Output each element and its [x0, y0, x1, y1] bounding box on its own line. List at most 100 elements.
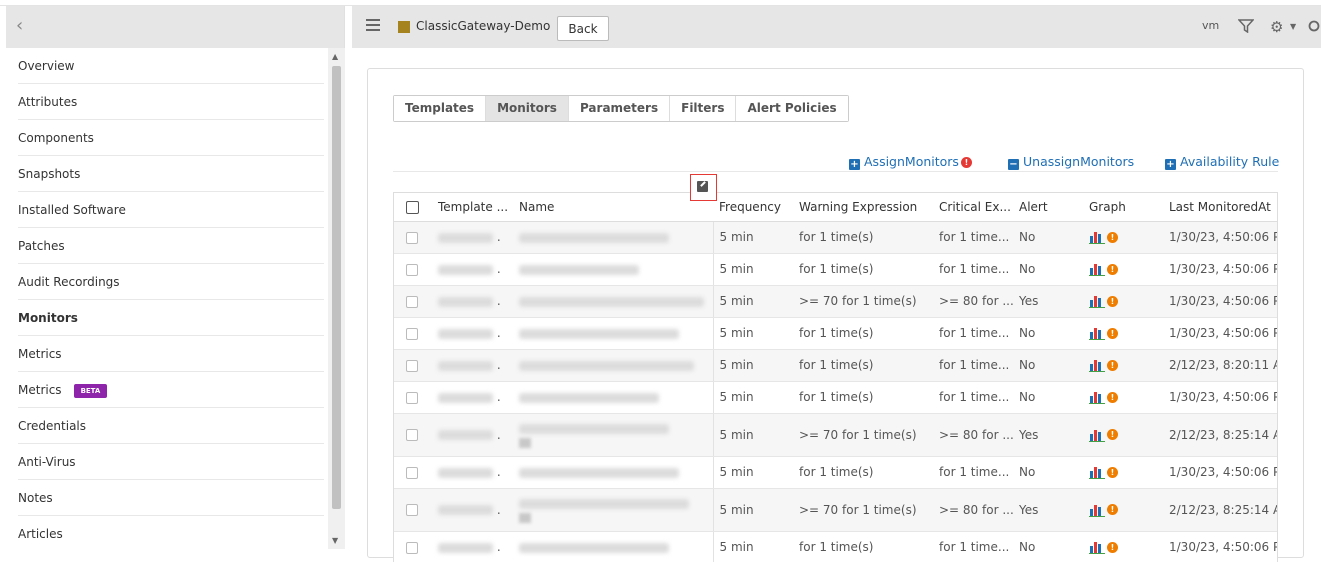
frequency-cell: 5 min — [713, 381, 793, 414]
select-all-checkbox[interactable] — [406, 200, 419, 214]
tab-alert-policies[interactable]: Alert Policies — [736, 96, 848, 121]
table-row[interactable]: . 5 min for 1 time(s) for 1 time... No! 1/30/… — [394, 456, 1277, 489]
row-checkbox[interactable] — [406, 504, 418, 516]
sidebar-item-installed-software[interactable]: Installed Software — [18, 192, 324, 228]
filter-icon[interactable] — [1238, 19, 1254, 33]
tab-parameters[interactable]: Parameters — [568, 96, 671, 121]
row-checkbox[interactable] — [406, 295, 418, 308]
table-row[interactable]: . 5 min for 1 time(s) for 1 time... No! 2/12/… — [394, 349, 1277, 382]
unassign-monitors-link[interactable]: − UnassignMonitors — [1008, 154, 1134, 170]
name-cell[interactable] — [513, 285, 714, 318]
column-header-template[interactable]: Template ... — [432, 193, 513, 222]
sidebar-item-notes[interactable]: Notes — [18, 480, 324, 516]
row-checkbox[interactable] — [406, 231, 418, 244]
column-header-critical[interactable]: Critical Ex... — [933, 193, 1013, 222]
scroll-down-icon[interactable]: ▼ — [332, 536, 338, 545]
table-row[interactable]: . 5 min >= 70 for 1 time(s) >= 80 for ... Ye… — [394, 488, 1277, 532]
name-cell[interactable] — [513, 456, 714, 489]
row-checkbox[interactable] — [406, 263, 418, 276]
bar-chart-icon[interactable] — [1089, 428, 1105, 442]
name-cell[interactable] — [513, 253, 714, 286]
table-row[interactable]: . 5 min >= 70 for 1 time(s) >= 80 for ... Ye… — [394, 413, 1277, 457]
row-checkbox[interactable] — [406, 391, 418, 404]
bar-chart-icon[interactable] — [1089, 262, 1105, 277]
row-checkbox[interactable] — [406, 541, 418, 554]
menu-icon[interactable] — [366, 19, 380, 33]
name-cell[interactable] — [513, 531, 714, 562]
sidebar-item-articles[interactable]: Articles — [18, 516, 324, 549]
sidebar-item-metrics[interactable]: Metrics — [18, 336, 324, 372]
tab-templates[interactable]: Templates — [394, 96, 487, 121]
bar-chart-icon[interactable] — [1089, 390, 1105, 405]
sidebar-scrollbar[interactable]: ▲ ▼ — [328, 48, 345, 549]
sidebar-item-monitors[interactable]: Monitors — [18, 300, 324, 336]
availability-rule-link[interactable]: + Availability Rule — [1165, 154, 1279, 170]
search-icon[interactable] — [1308, 20, 1321, 34]
row-checkbox[interactable] — [406, 466, 418, 479]
tab-monitors[interactable]: Monitors — [486, 96, 569, 121]
name-cell[interactable] — [513, 488, 714, 532]
alert-info-icon[interactable]: ! — [1107, 295, 1118, 307]
edit-icon[interactable] — [697, 181, 708, 192]
bar-chart-icon[interactable] — [1089, 230, 1105, 245]
name-cell[interactable] — [513, 413, 714, 457]
gear-icon[interactable]: ⚙ — [1270, 18, 1283, 36]
table-row[interactable]: . 5 min for 1 time(s) for 1 time... No! 1/30/… — [394, 531, 1277, 562]
bar-chart-icon[interactable] — [1089, 465, 1105, 480]
column-header-frequency[interactable]: Frequency — [713, 193, 793, 222]
edit-highlight[interactable] — [690, 174, 717, 201]
alert-info-icon[interactable]: ! — [1107, 391, 1118, 403]
bar-chart-icon[interactable] — [1089, 326, 1105, 341]
alert-info-icon[interactable]: ! — [1107, 231, 1118, 243]
alert-info-icon[interactable]: ! — [1107, 466, 1118, 478]
back-button[interactable]: Back — [557, 16, 609, 41]
alert-info-icon[interactable]: ! — [1107, 327, 1118, 339]
table-row[interactable]: . 5 min >= 70 for 1 time(s) >= 80 for ... Ye… — [394, 285, 1277, 318]
bar-chart-icon[interactable] — [1089, 503, 1105, 517]
alert-info-icon[interactable]: ! — [1107, 429, 1118, 441]
name-cell[interactable] — [513, 381, 714, 414]
table-row[interactable]: . 5 min for 1 time(s) for 1 time... No! 1/30/… — [394, 317, 1277, 350]
monitors-panel: Templates Monitors Parameters Filters Al… — [367, 68, 1304, 562]
template-cell: . — [432, 413, 513, 457]
row-checkbox[interactable] — [406, 429, 418, 441]
row-checkbox[interactable] — [406, 359, 418, 372]
sidebar-item-attributes[interactable]: Attributes — [18, 84, 324, 120]
column-header-warning[interactable]: Warning Expression — [793, 193, 933, 222]
sidebar-item-credentials[interactable]: Credentials — [18, 408, 324, 444]
sidebar-item-anti-virus[interactable]: Anti-Virus — [18, 444, 324, 480]
user-label[interactable]: vm — [1202, 19, 1219, 32]
sidebar-item-components[interactable]: Components — [18, 120, 324, 156]
bar-chart-icon[interactable] — [1089, 358, 1105, 373]
tab-filters[interactable]: Filters — [670, 96, 737, 121]
sidebar-item-audit-recordings[interactable]: Audit Recordings — [18, 264, 324, 300]
bar-chart-icon[interactable] — [1089, 540, 1105, 555]
name-cell[interactable] — [513, 317, 714, 350]
table-row[interactable]: . 5 min for 1 time(s) for 1 time... No! 1/30/… — [394, 381, 1277, 414]
assign-monitors-link[interactable]: + AssignMonitors! — [849, 154, 972, 170]
alert-info-icon[interactable]: ! — [1107, 359, 1118, 371]
device-color-icon — [398, 21, 410, 33]
scroll-up-icon[interactable]: ▲ — [332, 52, 338, 61]
column-header-name[interactable]: Name — [513, 193, 713, 222]
collapse-left-icon[interactable]: ‹ — [16, 15, 23, 36]
sidebar-item-patches[interactable]: Patches — [18, 228, 324, 264]
sidebar-item-snapshots[interactable]: Snapshots — [18, 156, 324, 192]
table-row[interactable]: . 5 min for 1 time(s) for 1 time... No! 1/30/… — [394, 221, 1277, 254]
column-header-alert[interactable]: Alert — [1013, 193, 1083, 222]
row-checkbox[interactable] — [406, 327, 418, 340]
name-cell[interactable] — [513, 221, 714, 254]
sidebar-item-metrics-beta[interactable]: Metrics BETA — [18, 372, 324, 408]
alert-info-icon[interactable]: ! — [1107, 263, 1118, 275]
bar-chart-icon[interactable] — [1089, 294, 1105, 309]
table-row[interactable]: . 5 min for 1 time(s) for 1 time... No! 1/30/… — [394, 253, 1277, 286]
alert-info-icon[interactable]: ! — [1107, 541, 1118, 553]
name-cell[interactable] — [513, 349, 714, 382]
column-header-last-monitored[interactable]: Last MonitoredAt — [1163, 193, 1277, 222]
sidebar-item-overview[interactable]: Overview — [18, 48, 324, 84]
alert-info-icon[interactable]: ! — [1107, 504, 1118, 516]
redacted-text — [519, 467, 679, 478]
chevron-down-icon[interactable]: ▼ — [1290, 22, 1296, 31]
column-header-graph[interactable]: Graph — [1083, 193, 1163, 222]
scrollbar-thumb[interactable] — [332, 66, 341, 509]
